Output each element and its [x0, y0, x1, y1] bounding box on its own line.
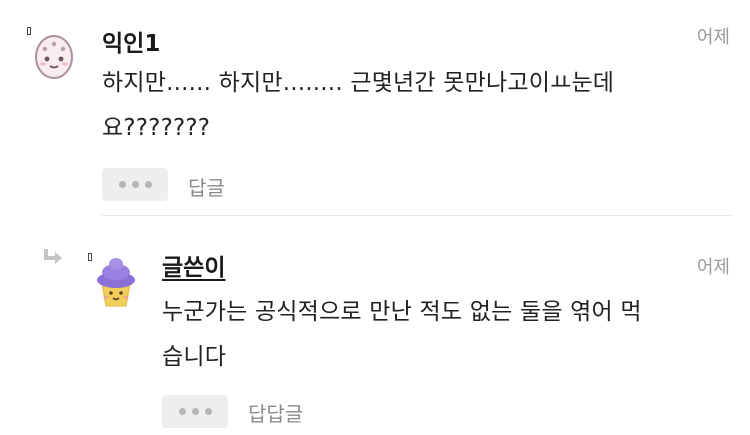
reply-button[interactable]: 답글: [188, 172, 225, 201]
comment-body-line: 습니다: [162, 344, 227, 370]
cupcake-avatar-icon[interactable]: [94, 256, 138, 308]
comment-marker-icon: [27, 27, 31, 35]
comment-marker-icon: [88, 253, 92, 261]
comment-2-reply: 글쓴이 어제 누군가는 공식적으로 만난 적도 없는 둘을 엮어 먹 습니다 답…: [0, 216, 750, 435]
comment-body-line: 하지만...... 하지만........ 근몇년간 못만나고이ㅛ눈데: [102, 70, 615, 96]
egg-avatar-icon[interactable]: [34, 31, 74, 79]
more-options-button[interactable]: [162, 395, 228, 428]
more-options-button[interactable]: [102, 168, 168, 201]
dot-icon: [118, 181, 126, 188]
comment-body: 누군가는 공식적으로 만난 적도 없는 둘을 엮어 먹 습니다: [162, 290, 732, 380]
reply-arrow-icon: [42, 248, 64, 270]
dot-icon: [178, 408, 186, 415]
comment-body-line: 요???????: [102, 115, 211, 141]
comment-timestamp: 어제: [696, 27, 730, 48]
comment-body-line: 누군가는 공식적으로 만난 적도 없는 둘을 엮어 먹: [162, 299, 642, 325]
dot-icon: [204, 408, 212, 415]
reply-button[interactable]: 답답글: [248, 398, 303, 427]
comment-body: 하지만...... 하지만........ 근몇년간 못만나고이ㅛ눈데 요???…: [102, 61, 732, 151]
dot-icon: [131, 181, 139, 188]
comment-timestamp: 어제: [696, 257, 730, 278]
dot-icon: [144, 181, 152, 188]
comment-1: 익인1 어제 하지만...... 하지만........ 근몇년간 못만나고이ㅛ…: [0, 0, 750, 215]
comment-author[interactable]: 익인1: [102, 24, 160, 58]
dot-icon: [191, 408, 199, 415]
comment-author[interactable]: 글쓴이: [162, 248, 225, 282]
